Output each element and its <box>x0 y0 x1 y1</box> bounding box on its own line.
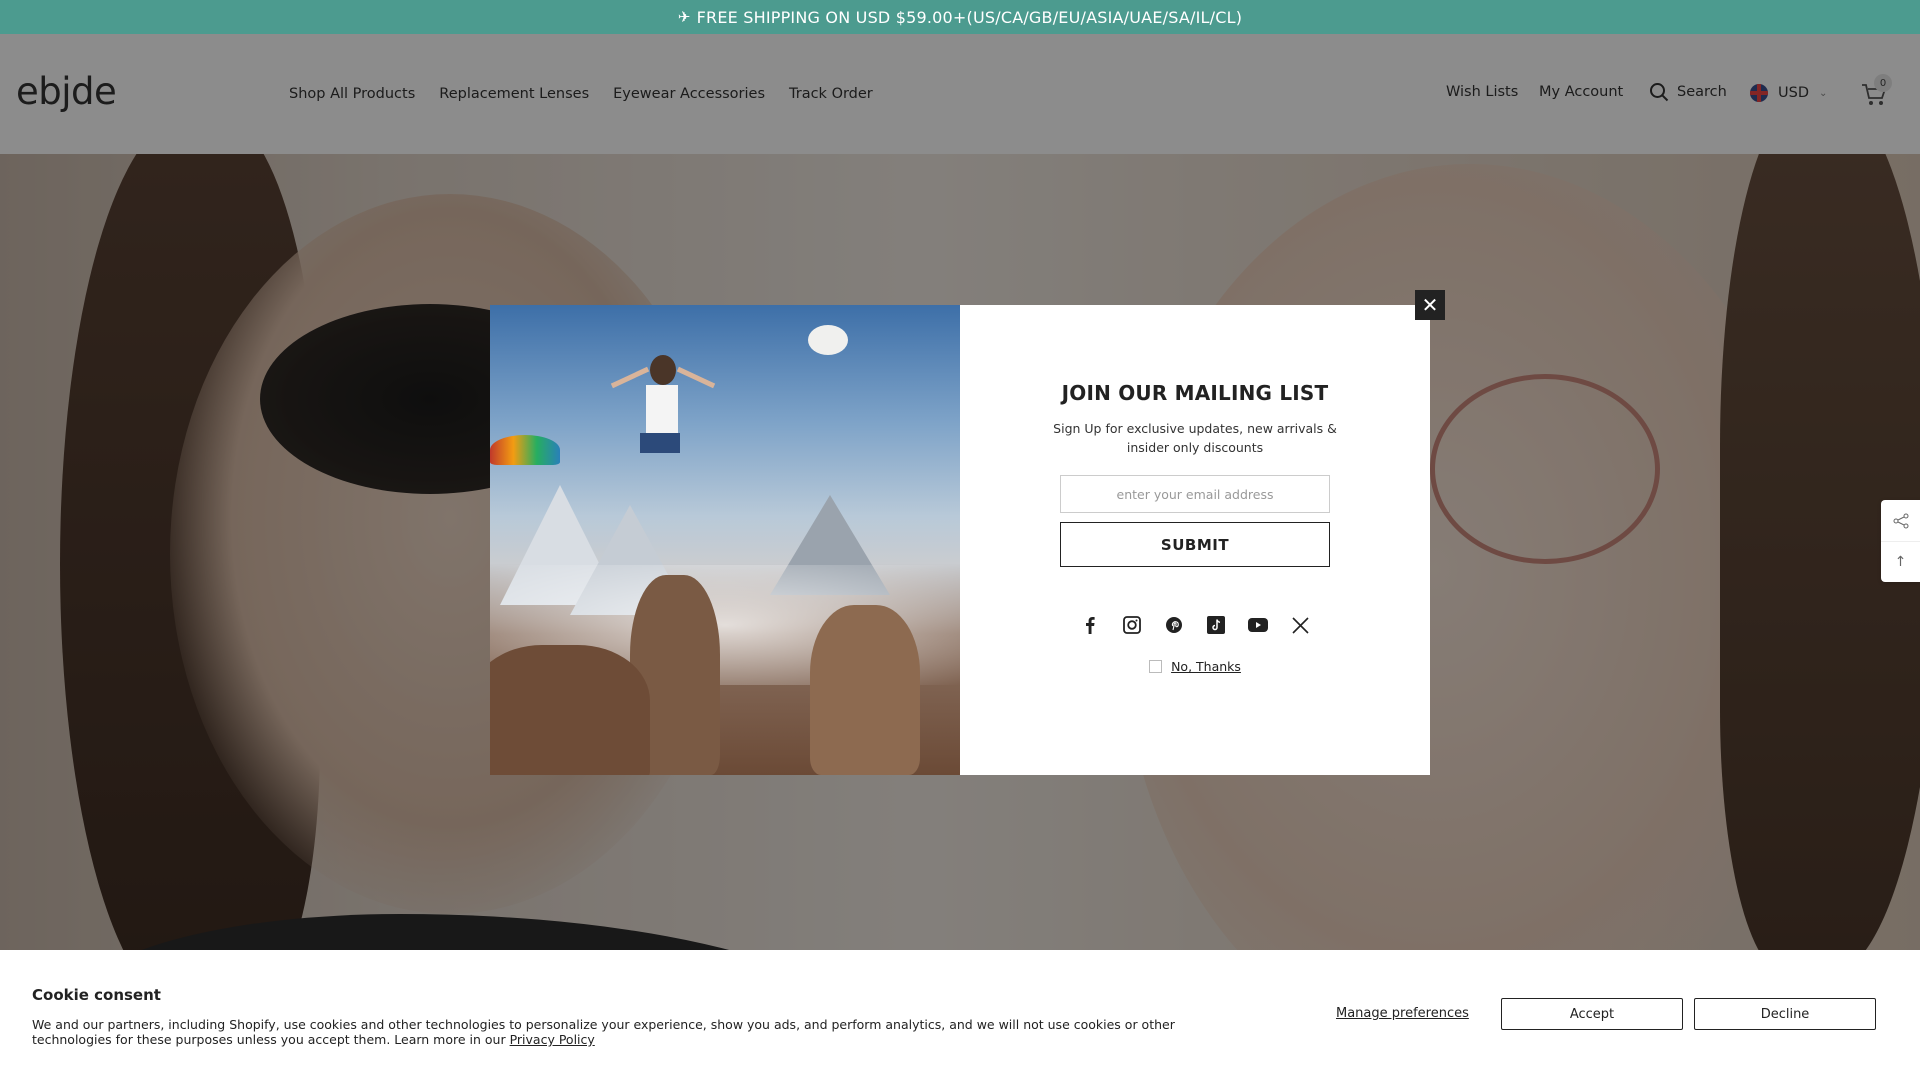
floating-actions: ↑ <box>1881 500 1920 582</box>
decline-button[interactable]: Decline <box>1694 998 1876 1030</box>
no-thanks-checkbox[interactable] <box>1149 660 1163 673</box>
no-thanks-label[interactable]: No, Thanks <box>1171 659 1241 674</box>
no-thanks-option[interactable]: No, Thanks <box>1149 659 1241 674</box>
popup-form-panel: JOIN OUR MAILING LIST Sign Up for exclus… <box>960 305 1430 775</box>
airplane-icon: ✈ <box>677 8 691 26</box>
popup-adventure-image <box>490 305 960 775</box>
social-links <box>1080 615 1310 635</box>
back-to-top-icon[interactable]: ↑ <box>1881 541 1920 582</box>
youtube-icon[interactable] <box>1248 615 1268 635</box>
share-icon[interactable] <box>1881 500 1920 541</box>
x-icon[interactable] <box>1290 615 1310 635</box>
close-icon[interactable]: ✕ <box>1415 290 1445 320</box>
instagram-icon[interactable] <box>1122 615 1142 635</box>
privacy-policy-link[interactable]: Privacy Policy <box>510 1032 595 1047</box>
cookie-consent-banner: Cookie consent We and our partners, incl… <box>0 950 1920 1080</box>
facebook-icon[interactable] <box>1080 615 1100 635</box>
popup-title: JOIN OUR MAILING LIST <box>1061 381 1329 405</box>
mailing-list-popup: JOIN OUR MAILING LIST Sign Up for exclus… <box>490 305 1430 775</box>
cookie-text: We and our partners, including Shopify, … <box>32 1017 1252 1047</box>
announcement-text: FREE SHIPPING ON USD $59.00+(US/CA/GB/EU… <box>696 7 1243 27</box>
manage-preferences-link[interactable]: Manage preferences <box>1336 1006 1469 1021</box>
email-input[interactable] <box>1060 475 1330 513</box>
pinterest-icon[interactable] <box>1164 615 1184 635</box>
accept-button[interactable]: Accept <box>1501 998 1683 1030</box>
tiktok-icon[interactable] <box>1206 615 1226 635</box>
submit-button[interactable]: SUBMIT <box>1060 522 1330 567</box>
announcement-bar: ✈ FREE SHIPPING ON USD $59.00+(US/CA/GB/… <box>0 0 1920 34</box>
cookie-body: We and our partners, including Shopify, … <box>32 1017 1175 1047</box>
popup-subtitle: Sign Up for exclusive updates, new arriv… <box>1053 421 1337 455</box>
